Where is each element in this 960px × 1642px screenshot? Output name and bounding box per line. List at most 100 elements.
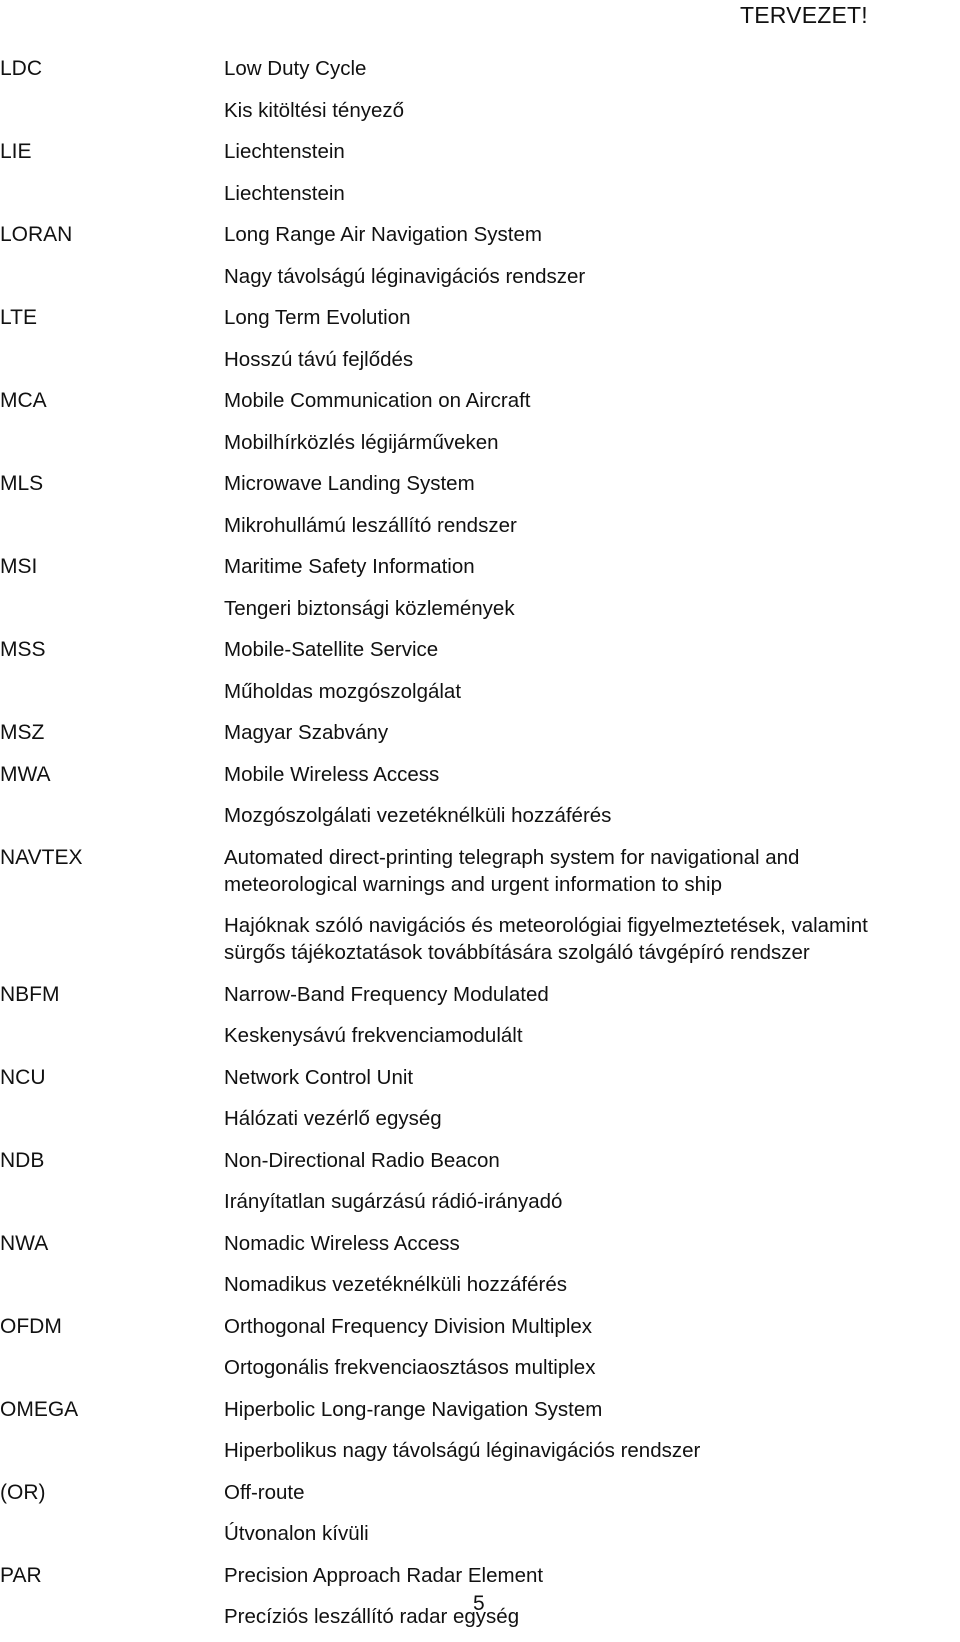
definitions: Hiperbolic Long-range Navigation System … xyxy=(224,1393,960,1476)
definition-english: Microwave Landing System xyxy=(224,472,475,495)
definitions: Mobile-Satellite Service Műholdas mozgós… xyxy=(224,633,960,716)
glossary-entry: NCU Network Control Unit Hálózati vezérl… xyxy=(0,1061,960,1144)
definitions: Narrow-Band Frequency Modulated Keskenys… xyxy=(224,978,960,1061)
definition-english: Liechtenstein xyxy=(224,140,345,163)
definition-hungarian: Nagy távolságú léginavigációs rendszer xyxy=(224,264,586,288)
abbreviation-text: MWA xyxy=(0,762,51,786)
abbreviation: MWA xyxy=(0,758,224,788)
definitions: Mobile Communication on Aircraft Mobilhí… xyxy=(224,384,960,467)
glossary-entry: MSS Mobile-Satellite Service Műholdas mo… xyxy=(0,633,960,716)
definition-english: Nomadic Wireless Access xyxy=(224,1231,460,1255)
abbreviation-text: NBFM xyxy=(0,982,60,1006)
abbreviation: OFDM xyxy=(0,1310,224,1340)
definition-hungarian: Műholdas mozgószolgálat xyxy=(224,679,462,703)
abbreviation: MSZ xyxy=(0,716,224,746)
abbreviation-text: LIE xyxy=(0,140,32,163)
definitions: Mobile Wireless Access Mozgószolgálati v… xyxy=(224,758,960,841)
abbreviation-text: MSI xyxy=(0,555,38,578)
definition-english: Mobile Communication on Aircraft xyxy=(224,389,531,412)
definition-english: Mobile-Satellite Service xyxy=(224,638,439,661)
glossary-entry: MSI Maritime Safety Information Tengeri … xyxy=(0,550,960,633)
abbreviation: NBFM xyxy=(0,978,224,1008)
definitions: Magyar Szabvány xyxy=(224,716,960,758)
definitions: Automated direct-printing telegraph syst… xyxy=(224,841,960,978)
abbreviation-text: LORAN xyxy=(0,223,73,246)
abbreviation-text: (OR) xyxy=(0,1480,46,1504)
definition-hungarian: Ortogonális frekvenciaosztásos multiplex xyxy=(224,1356,596,1379)
abbreviation: MSS xyxy=(0,633,224,663)
definition-hungarian: Hosszú távú fejlődés xyxy=(224,347,414,371)
definition-english: Off-route xyxy=(224,1480,305,1504)
definition-english: Orthogonal Frequency Division Multiplex xyxy=(224,1314,593,1338)
definitions: Precision Approach Radar Element Precízi… xyxy=(224,1559,960,1642)
abbreviation: NCU xyxy=(0,1061,224,1091)
abbreviation-text: PAR xyxy=(0,1563,42,1587)
definitions: Long Range Air Navigation System Nagy tá… xyxy=(224,218,960,301)
glossary-entry: LDC Low Duty Cycle Kis kitöltési tényező xyxy=(0,52,960,135)
definition-english: Narrow-Band Frequency Modulated xyxy=(224,982,549,1006)
abbreviation-glossary: LDC Low Duty Cycle Kis kitöltési tényező… xyxy=(0,52,960,1642)
definition-english: Long Term Evolution xyxy=(224,306,411,329)
definition-hungarian: Hálózati vezérlő egység xyxy=(224,1107,442,1130)
abbreviation-text: OMEGA xyxy=(0,1397,79,1421)
glossary-entry: NAVTEX Automated direct-printing telegra… xyxy=(0,841,960,978)
glossary-entry: OFDM Orthogonal Frequency Division Multi… xyxy=(0,1310,960,1393)
definition-english: Long Range Air Navigation System xyxy=(224,223,542,246)
abbreviation-text: MSZ xyxy=(0,721,45,744)
abbreviation: MCA xyxy=(0,384,224,414)
definition-english: Mobile Wireless Access xyxy=(224,762,440,786)
glossary-entry: NDB Non-Directional Radio Beacon Irányít… xyxy=(0,1144,960,1227)
abbreviation: LORAN xyxy=(0,218,224,248)
abbreviation-text: MLS xyxy=(0,472,44,495)
abbreviation-text: LDC xyxy=(0,57,43,80)
abbreviation: MSI xyxy=(0,550,224,580)
glossary-entry: MLS Microwave Landing System Mikrohullám… xyxy=(0,467,960,550)
definition-hungarian: Hiperbolikus nagy távolságú léginavigáci… xyxy=(224,1439,701,1462)
definition-hungarian: Tengeri biztonsági közlemények xyxy=(224,596,515,620)
definitions: Liechtenstein Liechtenstein xyxy=(224,135,960,218)
abbreviation: NAVTEX xyxy=(0,841,224,871)
definition-hungarian: Hajóknak szóló navigációs és meteorológi… xyxy=(224,914,868,964)
abbreviation-text: NAVTEX xyxy=(0,845,83,869)
abbreviation: NWA xyxy=(0,1227,224,1257)
definition-english: Low Duty Cycle xyxy=(224,57,367,80)
glossary-entry: NWA Nomadic Wireless Access Nomadikus ve… xyxy=(0,1227,960,1310)
abbreviation-text: MCA xyxy=(0,389,47,412)
abbreviation-text: MSS xyxy=(0,638,46,661)
glossary-entry: LORAN Long Range Air Navigation System N… xyxy=(0,218,960,301)
abbreviation-text: NWA xyxy=(0,1231,49,1255)
definition-english: Network Control Unit xyxy=(224,1065,414,1089)
glossary-entry: LTE Long Term Evolution Hosszú távú fejl… xyxy=(0,301,960,384)
definition-english: Hiperbolic Long-range Navigation System xyxy=(224,1397,603,1421)
abbreviation: MLS xyxy=(0,467,224,497)
definitions: Orthogonal Frequency Division Multiplex … xyxy=(224,1310,960,1393)
definition-hungarian: Liechtenstein xyxy=(224,181,345,205)
definitions: Low Duty Cycle Kis kitöltési tényező xyxy=(224,52,960,135)
definition-english: Automated direct-printing telegraph syst… xyxy=(224,845,800,896)
abbreviation: LTE xyxy=(0,301,224,331)
definition-hungarian: Precíziós leszállító radar egység xyxy=(224,1605,520,1628)
definition-english: Precision Approach Radar Element xyxy=(224,1563,544,1587)
glossary-entry: OMEGA Hiperbolic Long-range Navigation S… xyxy=(0,1393,960,1476)
abbreviation: PAR xyxy=(0,1559,224,1589)
definition-english: Magyar Szabvány xyxy=(224,721,389,744)
definitions: Off-route Útvonalon kívüli xyxy=(224,1476,960,1559)
page-number: 5 xyxy=(473,1592,485,1615)
abbreviation-text: LTE xyxy=(0,306,37,329)
glossary-entry: MSZ Magyar Szabvány xyxy=(0,716,960,758)
definition-hungarian: Kis kitöltési tényező xyxy=(224,98,405,122)
abbreviation-text: NCU xyxy=(0,1065,46,1089)
abbreviation-text: NDB xyxy=(0,1148,45,1172)
definitions: Nomadic Wireless Access Nomadikus vezeté… xyxy=(224,1227,960,1310)
glossary-entry: NBFM Narrow-Band Frequency Modulated Kes… xyxy=(0,978,960,1061)
glossary-entry: (OR) Off-route Útvonalon kívüli xyxy=(0,1476,960,1559)
definition-hungarian: Mozgószolgálati vezetéknélküli hozzáféré… xyxy=(224,804,612,827)
definitions: Microwave Landing System Mikrohullámú le… xyxy=(224,467,960,550)
definitions: Network Control Unit Hálózati vezérlő eg… xyxy=(224,1061,960,1144)
draft-watermark-label: TERVEZET! xyxy=(740,2,868,28)
glossary-entry: MWA Mobile Wireless Access Mozgószolgála… xyxy=(0,758,960,841)
definition-english: Non-Directional Radio Beacon xyxy=(224,1148,500,1172)
glossary-entry: LIE Liechtenstein Liechtenstein xyxy=(0,135,960,218)
definitions: Long Term Evolution Hosszú távú fejlődés xyxy=(224,301,960,384)
definitions: Non-Directional Radio Beacon Irányítatla… xyxy=(224,1144,960,1227)
